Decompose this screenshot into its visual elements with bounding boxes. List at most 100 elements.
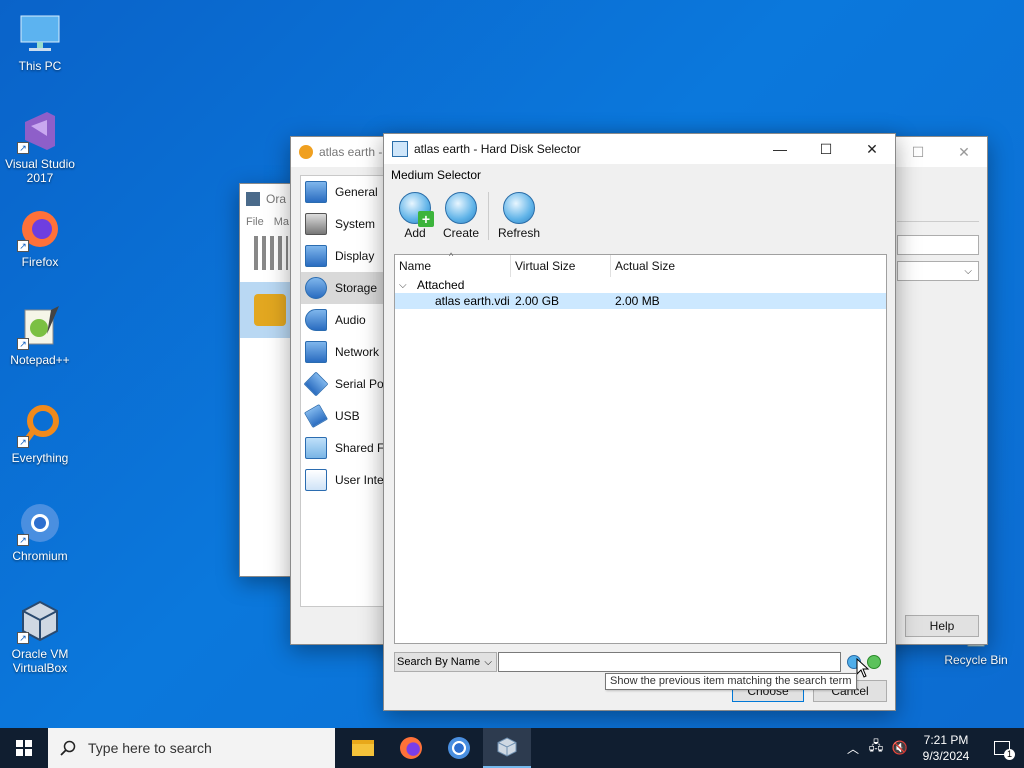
refresh-icon <box>503 192 535 224</box>
chevron-down-icon: ⌵ <box>964 265 972 277</box>
column-name[interactable]: Name ^ <box>395 251 511 277</box>
shortcut-arrow-icon: ↗ <box>17 142 29 154</box>
chromium-icon <box>448 737 470 759</box>
category-user-interface[interactable]: User Inter <box>301 464 389 496</box>
desktop-icon-this-pc[interactable]: This PC <box>0 10 80 73</box>
network-icon[interactable]: 🖧 <box>864 737 888 759</box>
chevron-down-icon[interactable]: ⌵ <box>399 280 417 291</box>
category-shared-folders[interactable]: Shared Fo <box>301 432 389 464</box>
usb-icon <box>303 403 329 429</box>
desktop-icon-label: Everything <box>11 451 69 465</box>
category-label: Display <box>335 249 375 263</box>
shared-folders-icon <box>305 437 327 459</box>
desktop-icon-firefox[interactable]: ↗ Firefox <box>0 206 80 269</box>
hard-disk-selector-dialog[interactable]: atlas earth - Hard Disk Selector — ☐ ✕ M… <box>383 133 896 711</box>
category-label: Storage <box>335 281 378 295</box>
shortcut-arrow-icon: ↗ <box>17 240 29 252</box>
tools-icon[interactable] <box>254 236 288 270</box>
notification-count-badge: 1 <box>1004 749 1015 760</box>
desktop-icon-virtualbox[interactable]: ↗ Oracle VM VirtualBox <box>0 598 80 675</box>
add-button[interactable]: + Add <box>394 192 436 240</box>
category-label: System <box>335 217 376 231</box>
menu-machine[interactable]: Ma <box>274 216 289 228</box>
clock[interactable]: 7:21 PM 9/3/2024 <box>912 732 980 764</box>
category-system[interactable]: System <box>301 208 389 240</box>
maximize-button[interactable]: ☐ <box>895 137 941 167</box>
cell-name: atlas earth.vdi <box>435 294 510 308</box>
refresh-label: Refresh <box>497 226 541 240</box>
taskbar-firefox[interactable] <box>387 728 435 768</box>
serial-port-icon <box>303 371 329 397</box>
dialog-title: atlas earth - Hard Disk Selector <box>414 142 581 156</box>
desktop-icon-label: Recycle Bin <box>944 653 1008 667</box>
volume-muted-icon[interactable]: 🔇 <box>888 740 912 756</box>
everything-icon: ↗ <box>17 402 63 448</box>
category-storage[interactable]: Storage <box>301 272 389 304</box>
search-icon <box>60 740 76 756</box>
desktop-icon-label: This PC <box>18 59 62 73</box>
minimize-button[interactable]: — <box>757 134 803 164</box>
show-hidden-icons-icon[interactable]: ︿ <box>842 740 864 757</box>
table-row[interactable]: atlas earth.vdi 2.00 GB 2.00 MB <box>395 293 886 309</box>
settings-dropdown[interactable]: ⌵ <box>897 261 979 281</box>
desktop-icon-label: Notepad++ <box>10 353 70 367</box>
search-input[interactable] <box>498 652 841 672</box>
visual-studio-icon: ↗ <box>17 108 63 154</box>
hard-disk-icon <box>392 141 408 157</box>
desktop-icon-everything[interactable]: ↗ Everything <box>0 402 80 465</box>
column-virtual-size[interactable]: Virtual Size <box>511 255 611 277</box>
category-network[interactable]: Network <box>301 336 389 368</box>
mouse-cursor-icon <box>856 657 870 681</box>
close-button[interactable]: ✕ <box>849 134 895 164</box>
close-button[interactable]: ✕ <box>941 137 987 167</box>
desktop-icon-label: Firefox <box>21 255 59 269</box>
taskbar-virtualbox[interactable] <box>483 728 531 768</box>
category-audio[interactable]: Audio <box>301 304 389 336</box>
virtualbox-icon <box>246 192 260 206</box>
settings-field[interactable] <box>897 235 979 255</box>
desktop-icon-chromium[interactable]: ↗ Chromium <box>0 500 80 563</box>
category-usb[interactable]: USB <box>301 400 389 432</box>
user-interface-icon <box>305 469 327 491</box>
category-display[interactable]: Display <box>301 240 389 272</box>
menu-file[interactable]: File <box>246 216 264 228</box>
taskbar-file-explorer[interactable] <box>339 728 387 768</box>
section-label: Medium Selector <box>391 168 482 182</box>
shortcut-arrow-icon: ↗ <box>17 436 29 448</box>
create-button[interactable]: Create <box>440 192 482 240</box>
sort-up-icon: ^ <box>449 251 454 261</box>
firefox-icon <box>400 737 422 759</box>
medium-list[interactable]: Name ^ Virtual Size Actual Size ⌵ Attach… <box>394 251 887 644</box>
firefox-icon: ↗ <box>17 206 63 252</box>
maximize-button[interactable]: ☐ <box>803 134 849 164</box>
shortcut-arrow-icon: ↗ <box>17 632 29 644</box>
search-mode-label: Search By Name <box>397 656 481 668</box>
category-label: General <box>335 185 378 199</box>
chevron-down-icon: ⌵ <box>484 656 492 668</box>
window-title: atlas earth - <box>319 145 383 159</box>
notepad-plus-icon: ↗ <box>17 304 63 350</box>
taskbar-chromium[interactable] <box>435 728 483 768</box>
refresh-button[interactable]: Refresh <box>495 192 543 240</box>
taskbar-search-box[interactable]: Type here to search <box>48 728 335 768</box>
taskbar: Type here to search ︿ 🖧 🔇 7:21 PM 9/3/20… <box>0 728 1024 768</box>
group-attached[interactable]: ⌵ Attached <box>395 277 886 293</box>
help-button[interactable]: Help <box>905 615 979 637</box>
shortcut-arrow-icon: ↗ <box>17 534 29 546</box>
desktop-icon-label: Visual Studio 2017 <box>5 157 75 185</box>
category-label: User Inter <box>335 473 388 487</box>
desktop-icon-notepad-plus[interactable]: ↗ Notepad++ <box>0 304 80 367</box>
desktop-icon-visual-studio[interactable]: ↗ Visual Studio 2017 <box>0 108 80 185</box>
desktop-icon-label: Chromium <box>12 549 68 563</box>
category-general[interactable]: General <box>301 176 389 208</box>
category-serial-port[interactable]: Serial Port <box>301 368 389 400</box>
start-button[interactable] <box>0 728 48 768</box>
display-icon <box>305 245 327 267</box>
notification-center-button[interactable]: 1 <box>980 728 1024 768</box>
column-actual-size[interactable]: Actual Size <box>611 255 711 277</box>
create-label: Create <box>442 226 480 240</box>
search-mode-select[interactable]: Search By Name ⌵ <box>394 652 497 672</box>
file-explorer-icon <box>352 740 374 756</box>
general-icon <box>305 181 327 203</box>
title-bar[interactable]: atlas earth - Hard Disk Selector — ☐ ✕ <box>384 134 895 164</box>
